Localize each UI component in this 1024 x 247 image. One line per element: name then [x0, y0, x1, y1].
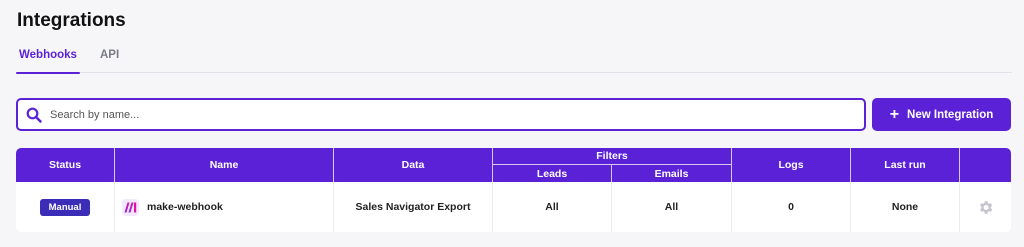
new-integration-button[interactable]: + New Integration: [872, 98, 1011, 131]
header-filters: Filters: [493, 148, 732, 164]
search-icon: [26, 107, 42, 123]
header-name: Name: [115, 148, 334, 182]
new-integration-label: New Integration: [907, 108, 994, 121]
header-last-run: Last run: [851, 148, 960, 182]
table-row[interactable]: Manual make-webhook Sales Navigator Expo…: [16, 182, 1011, 232]
tab-api[interactable]: API: [100, 49, 119, 73]
cell-status: Manual: [16, 182, 115, 232]
gear-icon[interactable]: [977, 199, 994, 216]
integrations-table: Status Name Data Filters Leads Emails Lo…: [16, 148, 1011, 232]
integration-name[interactable]: make-webhook: [147, 201, 223, 213]
cell-data: Sales Navigator Export: [334, 182, 493, 232]
header-emails: Emails: [612, 165, 732, 182]
table-header: Status Name Data Filters Leads Emails Lo…: [16, 148, 1011, 182]
header-data: Data: [334, 148, 493, 182]
cell-actions: [960, 182, 1011, 232]
make-logo-icon: [122, 198, 139, 216]
search-input[interactable]: [50, 100, 850, 129]
cell-logs: 0: [732, 182, 851, 232]
tab-bar: Webhooks API: [16, 49, 1012, 74]
cell-name: make-webhook: [115, 182, 334, 232]
cell-leads: All: [493, 182, 612, 232]
header-logs: Logs: [732, 148, 851, 182]
cell-emails: All: [612, 182, 732, 232]
header-leads: Leads: [493, 165, 612, 182]
tab-webhooks[interactable]: Webhooks: [16, 49, 80, 74]
plus-icon: +: [889, 105, 900, 123]
page-title: Integrations: [17, 10, 126, 31]
header-actions: [960, 148, 1011, 182]
status-badge: Manual: [39, 198, 91, 216]
header-status: Status: [16, 148, 115, 182]
search-box: [16, 98, 866, 131]
cell-last-run: None: [851, 182, 960, 232]
